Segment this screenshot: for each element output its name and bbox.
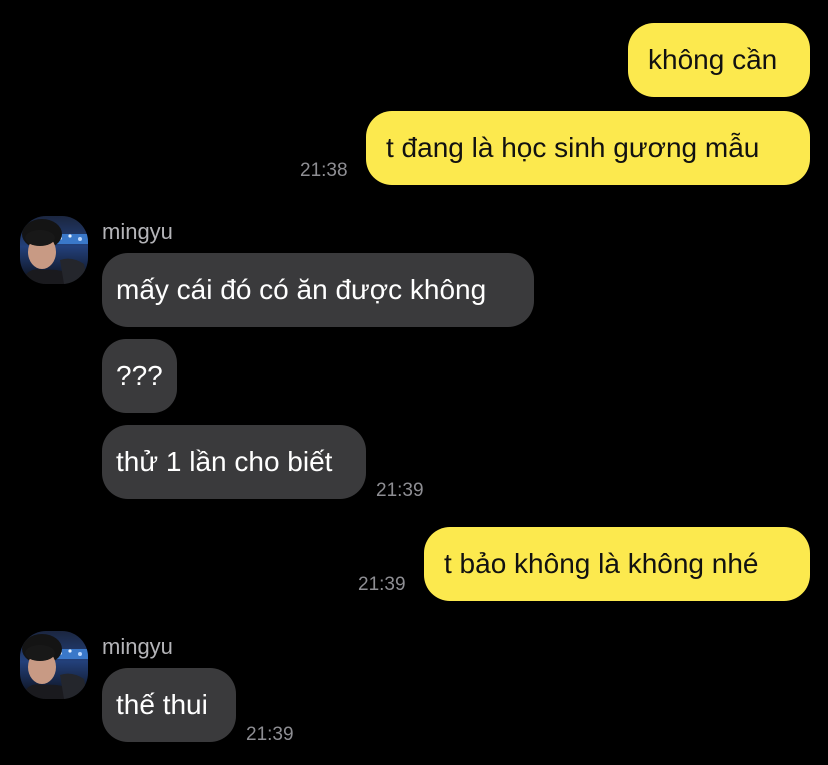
message-text: t bảo không là không nhé	[444, 548, 759, 579]
message-text: t đang là học sinh gương mẫu	[386, 132, 760, 163]
sender-avatar[interactable]	[20, 631, 88, 699]
incoming-message-bubble[interactable]: thử 1 lần cho biết	[102, 425, 366, 499]
message-text: thế thui	[116, 689, 208, 720]
outgoing-message-bubble[interactable]: t bảo không là không nhé	[424, 527, 810, 601]
message-timestamp: 21:39	[358, 574, 406, 595]
message-timestamp: 21:39	[376, 480, 424, 501]
sender-name: mingyu	[102, 219, 173, 244]
incoming-message-bubble[interactable]: mấy cái đó có ăn được không	[102, 253, 534, 327]
incoming-message-bubble[interactable]: thế thui	[102, 668, 236, 742]
chat-screen: { "messages": { "m1": { "text": "không c…	[0, 0, 828, 765]
sender-avatar[interactable]	[20, 216, 88, 284]
message-text: thử 1 lần cho biết	[116, 446, 333, 477]
incoming-message-bubble[interactable]: ???	[102, 339, 177, 413]
sender-name: mingyu	[102, 634, 173, 659]
outgoing-message-bubble[interactable]: không cần	[628, 23, 810, 97]
avatar-photo-icon	[20, 631, 88, 699]
message-timestamp: 21:39	[246, 724, 294, 745]
message-text: ???	[116, 360, 163, 391]
avatar-photo-icon	[20, 216, 88, 284]
message-text: mấy cái đó có ăn được không	[116, 274, 487, 305]
message-timestamp: 21:38	[300, 160, 348, 181]
outgoing-message-bubble[interactable]: t đang là học sinh gương mẫu	[366, 111, 810, 185]
message-text: không cần	[648, 44, 778, 75]
